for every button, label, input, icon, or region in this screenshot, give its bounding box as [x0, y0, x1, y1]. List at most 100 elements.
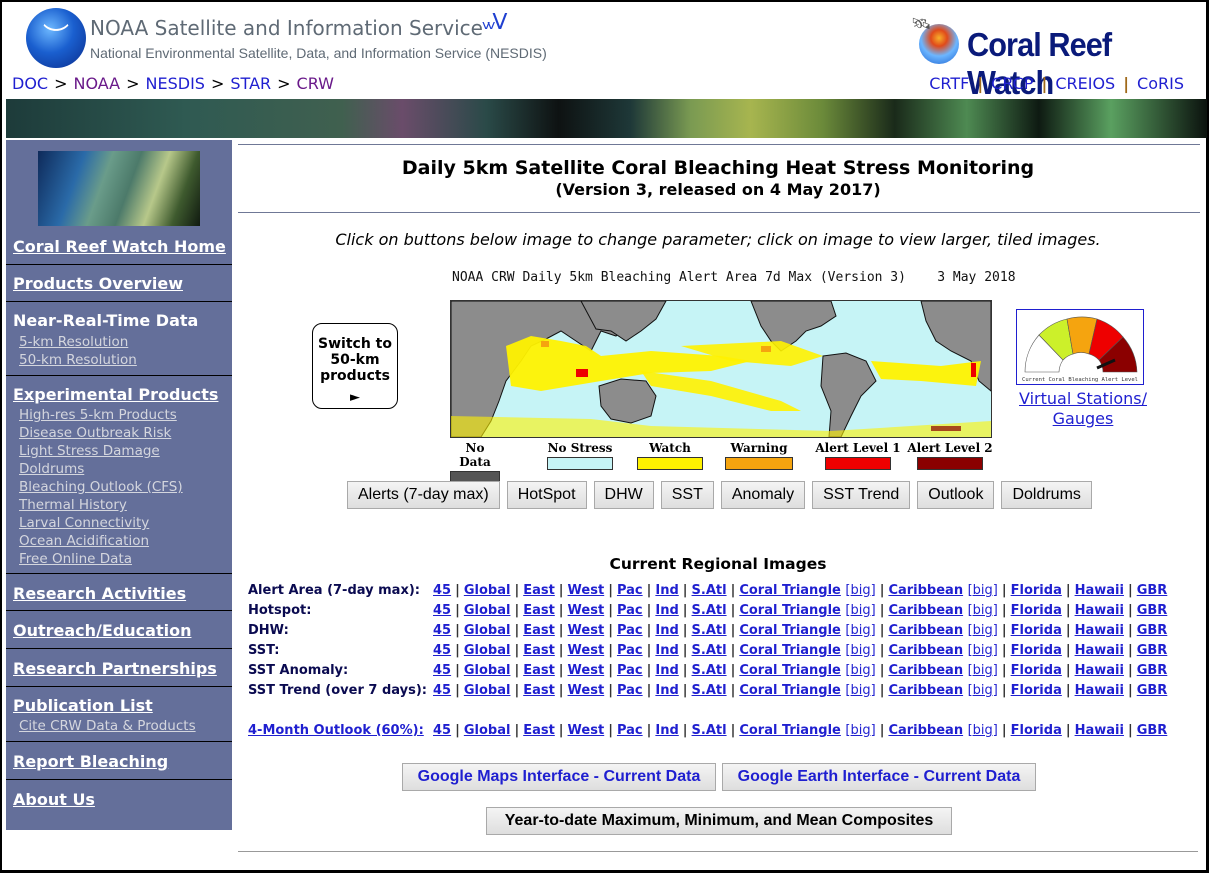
regional-link-florida[interactable]: Florida: [1011, 723, 1062, 738]
regional-link-pac[interactable]: Pac: [617, 663, 643, 678]
regional-link-s-atl[interactable]: S.Atl: [692, 723, 727, 738]
regional-link-s-atl[interactable]: S.Atl: [692, 623, 727, 638]
regional-link-west[interactable]: West: [568, 683, 605, 698]
regional-link-big[interactable]: [big]: [845, 643, 875, 658]
regional-link-coral-triangle[interactable]: Coral Triangle: [739, 723, 841, 738]
regional-link-hawaii[interactable]: Hawaii: [1075, 623, 1124, 638]
sst-trend-button[interactable]: SST Trend: [812, 481, 911, 509]
google-maps-interface-button[interactable]: Google Maps Interface - Current Data: [402, 763, 716, 791]
regional-link-s-atl[interactable]: S.Atl: [692, 663, 727, 678]
regional-link-big[interactable]: [big]: [968, 623, 998, 638]
regional-link-45[interactable]: 45: [433, 623, 451, 638]
bleaching-alert-map[interactable]: [450, 300, 992, 438]
sidebar-subitem-5km[interactable]: 5-km Resolution: [19, 334, 128, 350]
regional-link-global[interactable]: Global: [464, 663, 511, 678]
sidebar-subitem[interactable]: High-res 5-km Products: [19, 407, 177, 423]
regional-link-coral-triangle[interactable]: Coral Triangle: [739, 623, 841, 638]
regional-link-florida[interactable]: Florida: [1011, 603, 1062, 618]
regional-link-s-atl[interactable]: S.Atl: [692, 643, 727, 658]
regional-link-gbr[interactable]: GBR: [1137, 663, 1168, 678]
virtual-stations-link[interactable]: Virtual Stations/ Gauges: [1000, 389, 1166, 429]
regional-link-big[interactable]: [big]: [845, 683, 875, 698]
regional-link-pac[interactable]: Pac: [617, 643, 643, 658]
sidebar-item-outreach[interactable]: Outreach/Education: [13, 621, 191, 640]
regional-link-caribbean[interactable]: Caribbean: [888, 683, 963, 698]
regional-link-big[interactable]: [big]: [845, 603, 875, 618]
sidebar-subitem-cite[interactable]: Cite CRW Data & Products: [19, 718, 196, 734]
sidebar-subitem[interactable]: Ocean Acidification: [19, 533, 149, 549]
sidebar-item-about-us[interactable]: About Us: [13, 790, 95, 809]
regional-link-pac[interactable]: Pac: [617, 603, 643, 618]
regional-link-caribbean[interactable]: Caribbean: [888, 663, 963, 678]
regional-link-gbr[interactable]: GBR: [1137, 583, 1168, 598]
regional-link-big[interactable]: [big]: [968, 683, 998, 698]
regional-link-45[interactable]: 45: [433, 583, 451, 598]
regional-link-big[interactable]: [big]: [845, 623, 875, 638]
regional-link-gbr[interactable]: GBR: [1137, 723, 1168, 738]
regional-link-caribbean[interactable]: Caribbean: [888, 603, 963, 618]
regional-link-coral-triangle[interactable]: Coral Triangle: [739, 583, 841, 598]
regional-link-hawaii[interactable]: Hawaii: [1075, 603, 1124, 618]
regional-link-coral-triangle[interactable]: Coral Triangle: [739, 643, 841, 658]
regional-link-west[interactable]: West: [568, 623, 605, 638]
regional-link-45[interactable]: 45: [433, 723, 451, 738]
regional-link-caribbean[interactable]: Caribbean: [888, 623, 963, 638]
sidebar-item-research-activities[interactable]: Research Activities: [13, 584, 186, 603]
regional-link-big[interactable]: [big]: [845, 583, 875, 598]
sidebar-item-publication-list[interactable]: Publication List: [13, 696, 153, 715]
sidebar-item-experimental[interactable]: Experimental Products: [13, 385, 218, 404]
virtual-stations-gauge[interactable]: Current Coral Bleaching Alert Level: [1016, 309, 1144, 385]
regional-link-east[interactable]: East: [523, 723, 555, 738]
regional-link-west[interactable]: West: [568, 643, 605, 658]
regional-link-gbr[interactable]: GBR: [1137, 683, 1168, 698]
regional-link-florida[interactable]: Florida: [1011, 683, 1062, 698]
anomaly-button[interactable]: Anomaly: [720, 481, 806, 509]
regional-link-east[interactable]: East: [523, 603, 555, 618]
regional-link-global[interactable]: Global: [464, 723, 511, 738]
regional-link-global[interactable]: Global: [464, 583, 511, 598]
regional-link-ind[interactable]: Ind: [655, 663, 678, 678]
sidebar-item-crw-home[interactable]: Coral Reef Watch Home: [13, 237, 226, 256]
regional-link-pac[interactable]: Pac: [617, 623, 643, 638]
sidebar-subitem[interactable]: Disease Outbreak Risk: [19, 425, 171, 441]
regional-link-big[interactable]: [big]: [968, 603, 998, 618]
regional-link-global[interactable]: Global: [464, 603, 511, 618]
regional-link-caribbean[interactable]: Caribbean: [888, 723, 963, 738]
regional-row-label-link[interactable]: 4-Month Outlook (60%):: [248, 723, 424, 738]
regional-link-caribbean[interactable]: Caribbean: [888, 583, 963, 598]
alerts-7day-max-button[interactable]: Alerts (7-day max): [347, 481, 500, 509]
year-to-date-composites-button[interactable]: Year-to-date Maximum, Minimum, and Mean …: [486, 807, 952, 835]
regional-link-east[interactable]: East: [523, 583, 555, 598]
regional-link-big[interactable]: [big]: [845, 663, 875, 678]
regional-link-hawaii[interactable]: Hawaii: [1075, 643, 1124, 658]
regional-link-florida[interactable]: Florida: [1011, 583, 1062, 598]
sidebar-subitem[interactable]: Free Online Data: [19, 551, 132, 567]
regional-link-global[interactable]: Global: [464, 623, 511, 638]
sidebar-item-products-overview[interactable]: Products Overview: [13, 274, 183, 293]
regional-link-global[interactable]: Global: [464, 683, 511, 698]
breadcrumb-star[interactable]: STAR: [230, 74, 271, 93]
regional-link-hawaii[interactable]: Hawaii: [1075, 683, 1124, 698]
partner-link-coris[interactable]: CoRIS: [1137, 74, 1184, 93]
crw-logo[interactable]: 🛰 Coral Reef Watch: [911, 14, 1196, 101]
regional-link-gbr[interactable]: GBR: [1137, 623, 1168, 638]
breadcrumb-crw[interactable]: CRW: [297, 74, 334, 93]
breadcrumb-nesdis[interactable]: NESDIS: [146, 74, 205, 93]
sidebar-item-report-bleaching[interactable]: Report Bleaching: [13, 752, 168, 771]
regional-link-45[interactable]: 45: [433, 603, 451, 618]
breadcrumb-noaa[interactable]: NOAA: [74, 74, 121, 93]
regional-link-east[interactable]: East: [523, 663, 555, 678]
sst-button[interactable]: SST: [660, 481, 714, 509]
switch-to-50km-button[interactable]: Switch to 50-km products ►: [312, 323, 398, 409]
regional-link-global[interactable]: Global: [464, 643, 511, 658]
regional-link-s-atl[interactable]: S.Atl: [692, 583, 727, 598]
regional-link-big[interactable]: [big]: [968, 643, 998, 658]
regional-link-ind[interactable]: Ind: [655, 723, 678, 738]
regional-link-45[interactable]: 45: [433, 683, 451, 698]
regional-link-florida[interactable]: Florida: [1011, 663, 1062, 678]
regional-link-coral-triangle[interactable]: Coral Triangle: [739, 603, 841, 618]
regional-link-coral-triangle[interactable]: Coral Triangle: [739, 663, 841, 678]
partner-link-creios[interactable]: CREIOS: [1055, 74, 1115, 93]
regional-link-pac[interactable]: Pac: [617, 683, 643, 698]
regional-link-big[interactable]: [big]: [968, 583, 998, 598]
